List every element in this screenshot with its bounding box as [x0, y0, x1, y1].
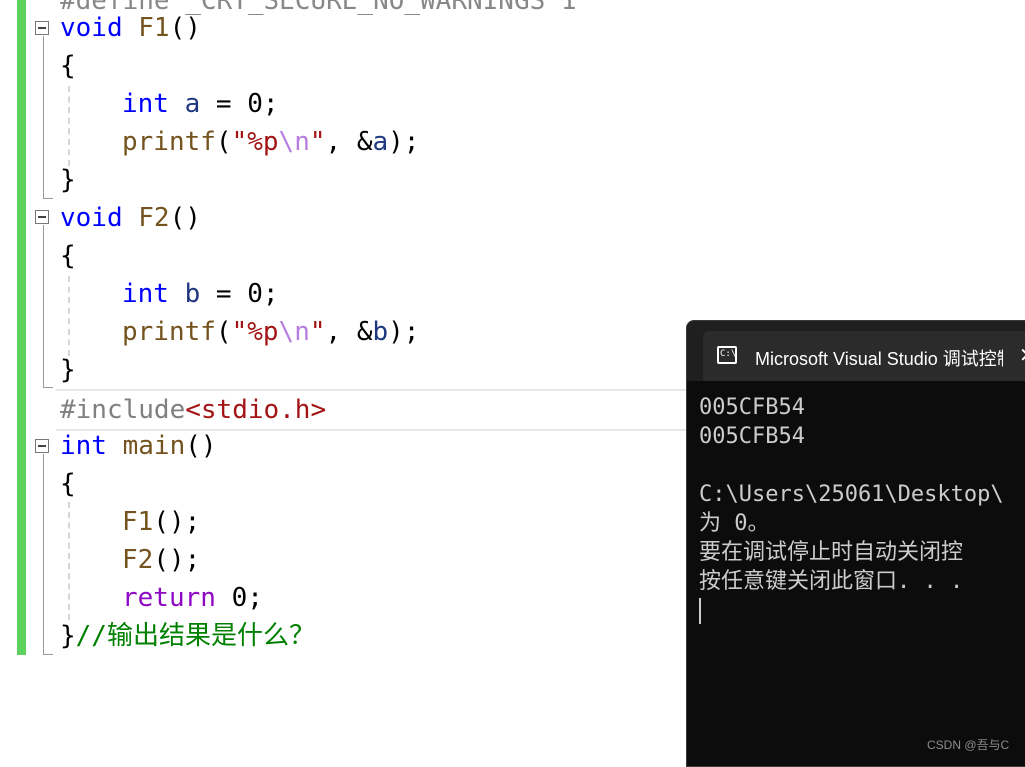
- string: %p: [247, 317, 279, 347]
- console-title: Microsoft Visual Studio 调试控制台: [755, 349, 1003, 369]
- punctuation: }: [60, 355, 76, 385]
- change-indicator-bar: [17, 0, 26, 655]
- punctuation: = 0;: [200, 279, 279, 309]
- keyword: void: [60, 203, 123, 233]
- code-line[interactable]: int b = 0;: [122, 275, 279, 313]
- punctuation: {: [60, 51, 76, 81]
- code-line[interactable]: F1();: [122, 503, 200, 541]
- fold-toggle-f1-icon[interactable]: [35, 21, 49, 35]
- function-name: printf: [122, 317, 216, 347]
- code-line[interactable]: {: [60, 47, 76, 85]
- string: ": [309, 127, 326, 157]
- function-name: main: [122, 431, 186, 461]
- string: ": [309, 317, 326, 347]
- punctuation: {: [60, 241, 76, 271]
- debug-console-window[interactable]: C:\ Microsoft Visual Studio 调试控制台 ✕ 005C…: [686, 320, 1025, 767]
- keyword: int: [60, 431, 107, 461]
- punctuation: (): [169, 203, 201, 233]
- punctuation: );: [388, 127, 420, 157]
- punctuation: (): [185, 431, 217, 461]
- code-line[interactable]: }//输出结果是什么？: [60, 617, 315, 655]
- console-output: 005CFB54 005CFB54 C:\Users\25061\Desktop…: [699, 395, 1004, 594]
- preprocessor-directive: #include: [60, 395, 186, 425]
- include-header: stdio.h: [200, 395, 311, 425]
- punctuation: }: [60, 621, 76, 651]
- function-name: F2: [138, 203, 170, 233]
- string: ": [231, 317, 248, 347]
- keyword: void: [60, 13, 123, 43]
- watermark: CSDN @吾与C: [927, 738, 1010, 752]
- code-line[interactable]: void F2(): [60, 199, 201, 237]
- fold-end-f1: [43, 198, 53, 199]
- code-line[interactable]: printf("%p\n", &b);: [122, 313, 419, 351]
- keyword: int: [122, 279, 169, 309]
- code-line[interactable]: }: [60, 161, 76, 199]
- fold-end-f2: [43, 387, 53, 388]
- function-name: F2: [122, 545, 154, 575]
- function-name: F1: [138, 13, 170, 43]
- text-cursor: [699, 598, 701, 624]
- console-titlebar[interactable]: C:\ Microsoft Visual Studio 调试控制台 ✕: [687, 321, 1025, 381]
- fold-toggle-main-icon[interactable]: [35, 439, 49, 453]
- keyword: int: [122, 89, 169, 119]
- escape-sequence: \n: [278, 317, 310, 347]
- terminal-icon: C:\: [717, 346, 737, 364]
- keyword: return: [122, 583, 216, 613]
- fold-line-main: [43, 454, 44, 654]
- code-line-current[interactable]: #include<stdio.h>: [56, 389, 700, 431]
- code-line[interactable]: }: [60, 351, 76, 389]
- code-line[interactable]: F2();: [122, 541, 200, 579]
- number: 0: [231, 583, 248, 613]
- variable: b: [184, 279, 201, 309]
- punctuation: );: [388, 317, 420, 347]
- variable: b: [372, 317, 389, 347]
- code-line[interactable]: return 0);;: [122, 579, 263, 617]
- punctuation: , &: [325, 127, 373, 157]
- indent-guide: [68, 502, 70, 620]
- punctuation: (: [215, 317, 232, 347]
- function-name: printf: [122, 127, 216, 157]
- string: %p: [247, 127, 279, 157]
- punctuation: ();: [153, 545, 201, 575]
- fold-end-main: [43, 654, 53, 655]
- punctuation: (): [169, 13, 201, 43]
- code-line[interactable]: {: [60, 237, 76, 275]
- code-line[interactable]: printf("%p\n", &a);: [122, 123, 419, 161]
- punctuation: >: [310, 395, 327, 425]
- punctuation: ;: [247, 583, 263, 613]
- fold-line-f2: [43, 225, 44, 387]
- code-line[interactable]: int main(): [60, 427, 217, 465]
- code-line[interactable]: int a = 0;: [122, 85, 279, 123]
- code-line[interactable]: void F1(): [60, 9, 201, 47]
- console-tab[interactable]: C:\ Microsoft Visual Studio 调试控制台 ✕: [703, 331, 1025, 381]
- variable: a: [184, 89, 201, 119]
- indent-guide: [68, 276, 70, 356]
- escape-sequence: \n: [278, 127, 310, 157]
- punctuation: (: [215, 127, 232, 157]
- terminal-icon-label: C:\: [720, 349, 737, 359]
- function-name: F1: [122, 507, 154, 537]
- variable: a: [372, 127, 389, 157]
- code-line[interactable]: {: [60, 465, 76, 503]
- punctuation: ();: [153, 507, 201, 537]
- close-icon[interactable]: ✕: [1019, 343, 1025, 367]
- punctuation: }: [60, 165, 76, 195]
- comment: //输出结果是什么？: [75, 621, 315, 651]
- fold-line-f1: [43, 36, 44, 198]
- punctuation: <: [185, 395, 201, 425]
- punctuation: {: [60, 469, 76, 499]
- punctuation: = 0;: [200, 89, 279, 119]
- indent-guide: [68, 86, 70, 166]
- string: ": [231, 127, 248, 157]
- punctuation: , &: [325, 317, 373, 347]
- fold-toggle-f2-icon[interactable]: [35, 210, 49, 224]
